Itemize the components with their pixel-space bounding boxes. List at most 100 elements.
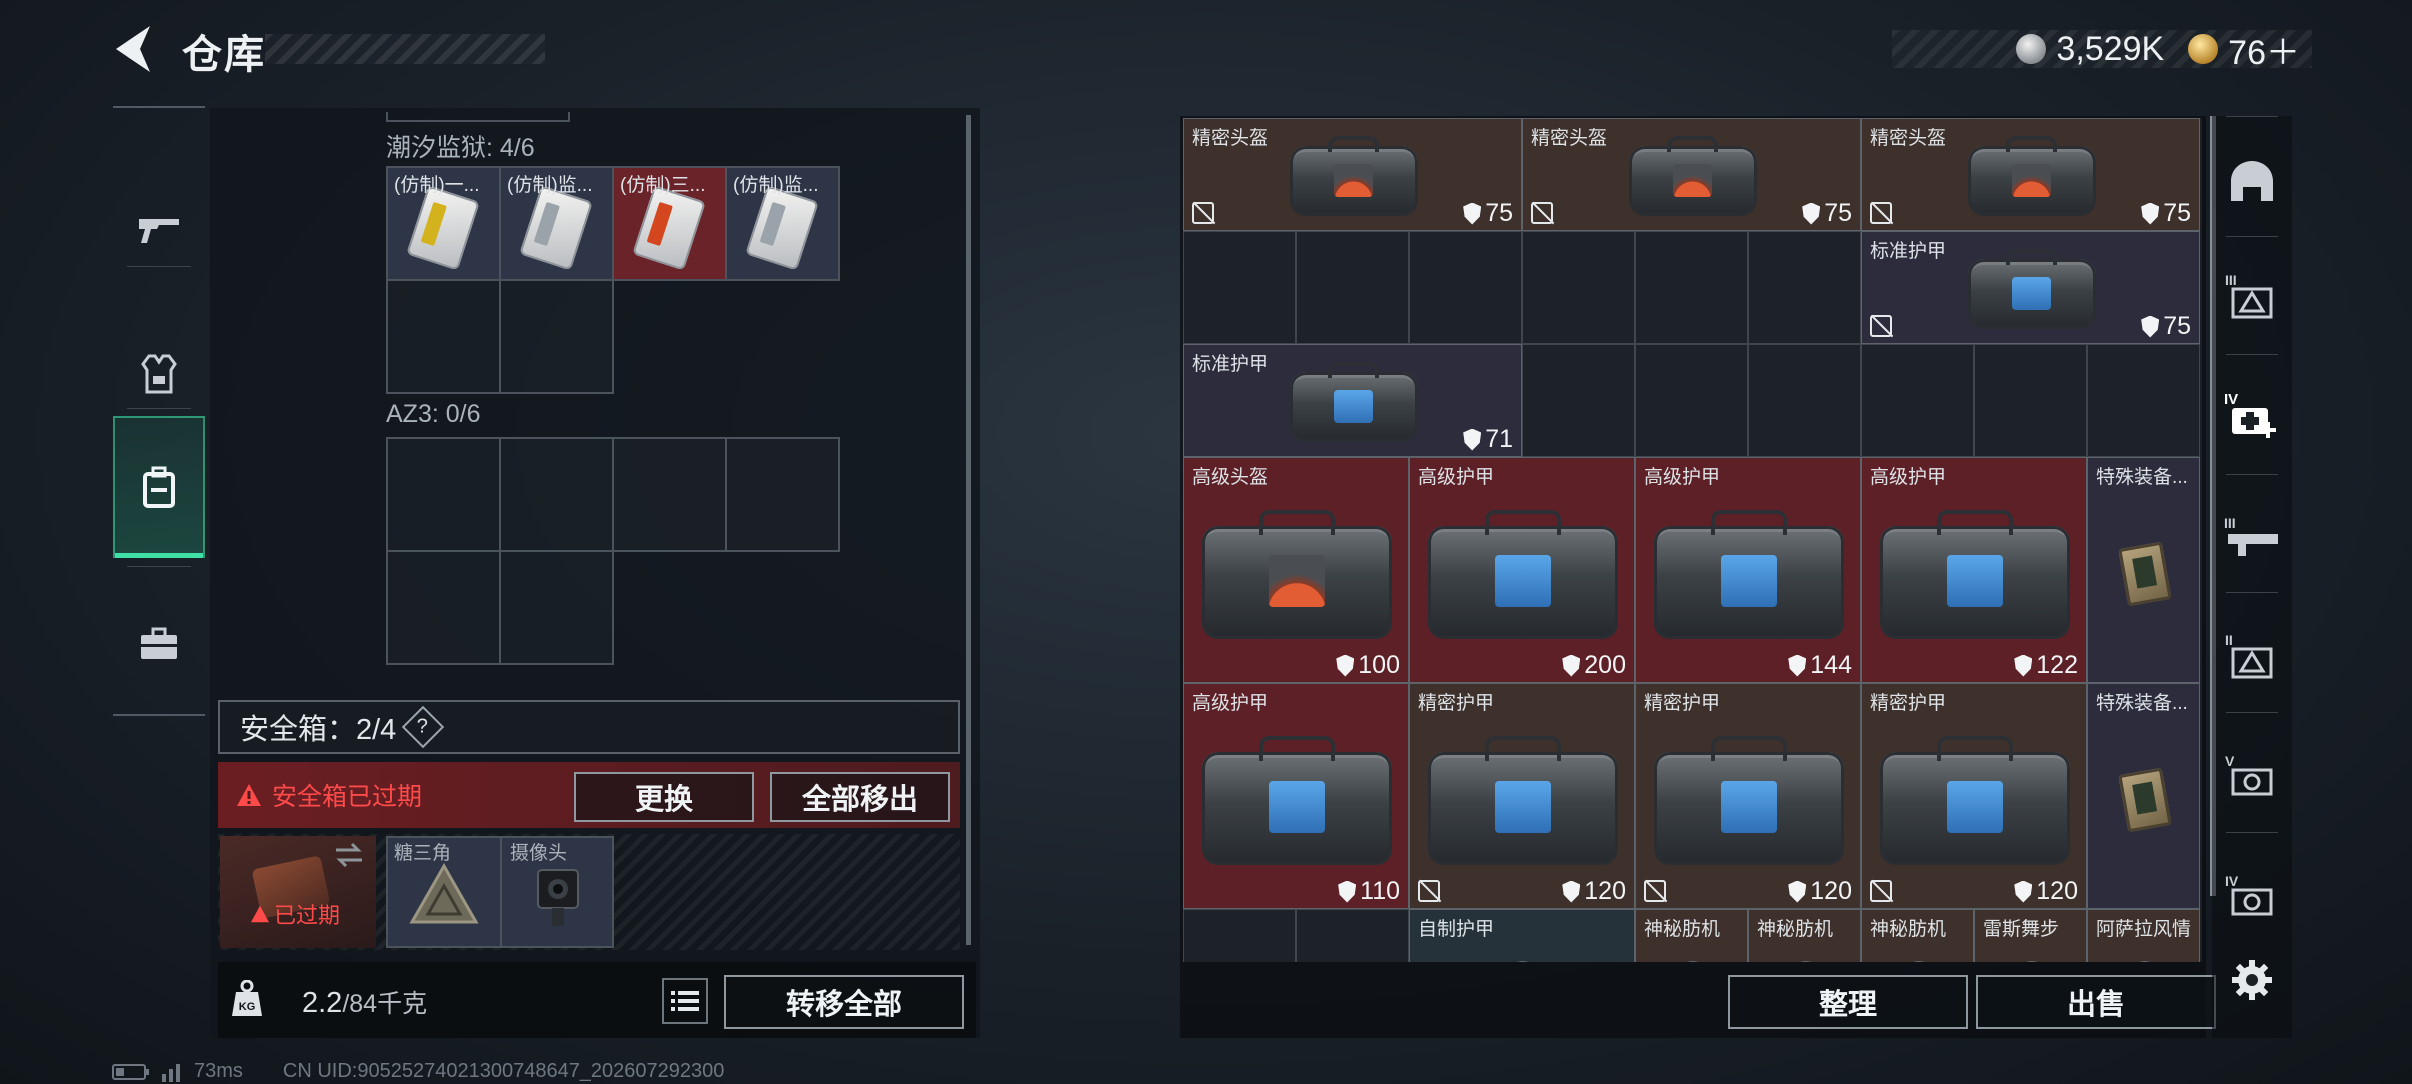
container-item[interactable]: (仿制)一... xyxy=(386,166,501,281)
empty-slot[interactable] xyxy=(725,437,840,552)
shield-icon xyxy=(1562,654,1581,677)
signal-icon xyxy=(162,1063,180,1082)
container-item[interactable]: (仿制)监... xyxy=(725,166,840,281)
tab-scope-tier-v[interactable]: V xyxy=(2222,746,2282,806)
scope-tier-v-icon: V xyxy=(2225,753,2273,796)
warehouse-item[interactable]: 精密头盔 75 xyxy=(1861,118,2200,231)
item-name: 特殊装备... xyxy=(2096,693,2188,714)
move-all-out-button[interactable]: 全部移出 xyxy=(770,772,950,822)
list-view-button[interactable] xyxy=(662,978,708,1024)
sort-button[interactable]: 整理 xyxy=(1728,975,1968,1029)
item-durability: 120 xyxy=(2014,877,2078,906)
warehouse-empty-cell[interactable] xyxy=(1409,231,1522,344)
item-durability: 71 xyxy=(1463,425,1513,454)
warehouse-item[interactable]: 精密头盔 75 xyxy=(1183,118,1522,231)
no-trade-icon xyxy=(1192,202,1214,224)
warehouse-empty-cell[interactable] xyxy=(1183,909,1296,962)
warehouse-item[interactable]: 阿萨拉风情 xyxy=(2087,909,2200,962)
gold-currency-value[interactable]: 76＋ xyxy=(2228,25,2300,74)
container-item[interactable]: (仿制)三... xyxy=(612,166,727,281)
warehouse-item[interactable]: 精密头盔 75 xyxy=(1522,118,1861,231)
battery-icon xyxy=(112,1063,149,1080)
warehouse-empty-cell[interactable] xyxy=(1296,909,1409,962)
special-equipment-icon xyxy=(2117,541,2172,607)
warehouse-item[interactable]: 精密护甲 120 xyxy=(1635,683,1861,909)
warehouse-item[interactable]: 雷斯舞步 xyxy=(1974,909,2087,962)
warehouse-item[interactable]: 精密护甲 120 xyxy=(1861,683,2087,909)
replace-button[interactable]: 更换 xyxy=(574,772,754,822)
gold-coin-icon[interactable] xyxy=(2188,34,2219,64)
settings-button[interactable] xyxy=(2222,950,2282,1010)
help-button[interactable]: ? xyxy=(402,705,445,749)
sell-button[interactable]: 出售 xyxy=(1976,975,2216,1029)
warehouse-empty-cell[interactable] xyxy=(1974,344,2087,457)
tab-weapon-tier-iii[interactable]: III xyxy=(2222,506,2282,566)
tab-medkit-tier-iv[interactable]: IV xyxy=(2222,386,2282,446)
warehouse-item[interactable]: 标准护甲 71 xyxy=(1183,344,1522,457)
item-durability: 120 xyxy=(1788,877,1852,906)
warehouse-item[interactable]: 自制护甲 xyxy=(1409,909,1635,962)
container-scrollbar[interactable] xyxy=(966,115,971,945)
warehouse-empty-cell[interactable] xyxy=(1183,231,1296,344)
helmet-case-icon xyxy=(1202,509,1392,639)
empty-slot[interactable] xyxy=(386,279,501,394)
warehouse-item[interactable]: 特殊装备... xyxy=(2087,457,2200,683)
tab-scope-tier-iv[interactable]: IV xyxy=(2222,866,2282,926)
warehouse-item[interactable]: 神秘肪机 xyxy=(1748,909,1861,962)
item-icon xyxy=(1505,960,1541,962)
item-name: 高级护甲 xyxy=(1870,467,1947,488)
warehouse-empty-cell[interactable] xyxy=(1522,231,1635,344)
swap-icon xyxy=(336,842,362,868)
svg-text:IV: IV xyxy=(2225,873,2239,889)
warehouse-empty-cell[interactable] xyxy=(2087,344,2200,457)
tab-armor-tier-iii[interactable]: III xyxy=(2222,266,2282,326)
warehouse-item[interactable]: 标准护甲 75 xyxy=(1861,231,2200,344)
warehouse-item[interactable]: 精密护甲 120 xyxy=(1409,683,1635,909)
warehouse-empty-cell[interactable] xyxy=(1861,344,1974,457)
status-footer: 73ms CN UID:905252740213007486​47_202607… xyxy=(112,1060,724,1083)
medkit-tier-iv-icon: IV xyxy=(2224,391,2276,438)
tab-briefcase[interactable] xyxy=(113,574,205,714)
warehouse-item[interactable]: 神秘肪机 xyxy=(1861,909,1974,962)
warehouse-item[interactable]: 高级护甲 200 xyxy=(1409,457,1635,683)
warehouse-item[interactable]: 高级护甲 144 xyxy=(1635,457,1861,683)
warehouse-item[interactable]: 高级护甲 122 xyxy=(1861,457,2087,683)
empty-slot[interactable] xyxy=(499,279,614,394)
warehouse-item[interactable]: 神秘肪机 xyxy=(1635,909,1748,962)
armor-tier-ii-icon: II xyxy=(2225,632,2273,679)
safe-slot-item[interactable]: 摄像头 xyxy=(500,836,614,948)
tab-armor-tier-ii[interactable]: II xyxy=(2222,626,2282,686)
warehouse-empty-cell[interactable] xyxy=(1635,344,1748,457)
tab-backpack[interactable] xyxy=(113,416,205,558)
warehouse-item[interactable]: 高级头盔 100 xyxy=(1183,457,1409,683)
warehouse-empty-cell[interactable] xyxy=(1748,344,1861,457)
warehouse-empty-cell[interactable] xyxy=(1522,344,1635,457)
shield-icon xyxy=(2014,880,2033,903)
item-icon xyxy=(2126,960,2163,962)
container-item[interactable]: (仿制)监... xyxy=(499,166,614,281)
warehouse-empty-cell[interactable] xyxy=(1635,231,1748,344)
empty-slot[interactable] xyxy=(499,437,614,552)
item-name: 神秘肪机 xyxy=(1644,919,1721,940)
empty-slot[interactable] xyxy=(386,550,501,665)
transfer-all-button[interactable]: 转移全部 xyxy=(724,975,964,1029)
keycard-icon xyxy=(519,185,593,271)
safe-box-slot-expired[interactable]: 已过期 xyxy=(220,836,376,948)
tab-helmets[interactable] xyxy=(2222,152,2282,212)
empty-slot[interactable] xyxy=(612,437,727,552)
item-icon xyxy=(1787,960,1824,962)
silver-coin-icon xyxy=(2016,34,2047,64)
back-button[interactable] xyxy=(110,22,158,76)
warehouse-item[interactable]: 高级护甲 110 xyxy=(1183,683,1409,909)
warehouse-item[interactable]: 特殊装备... xyxy=(2087,683,2200,909)
no-trade-icon xyxy=(1531,202,1553,224)
empty-slot[interactable] xyxy=(499,550,614,665)
safe-slot-item[interactable]: 糖三角 xyxy=(386,836,500,948)
empty-slot[interactable] xyxy=(386,437,501,552)
warehouse-empty-cell[interactable] xyxy=(1296,231,1409,344)
warehouse-empty-cell[interactable] xyxy=(1748,231,1861,344)
tab-weapons[interactable] xyxy=(113,158,205,298)
weight-icon: KG xyxy=(232,980,262,1016)
armor-case-icon xyxy=(1654,735,1844,865)
shield-icon xyxy=(1463,428,1482,451)
